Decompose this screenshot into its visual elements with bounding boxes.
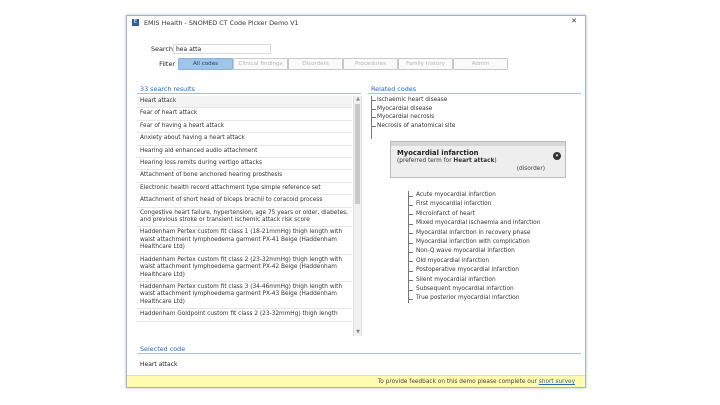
result-item[interactable]: Attachment of short head of biceps brach… (137, 195, 352, 208)
selected-code-value: Heart attack (140, 361, 178, 368)
related-codes-header: Related codes (368, 84, 581, 94)
result-item[interactable]: Fear of heart attack (137, 108, 352, 121)
preferred-term-value: Heart attack (453, 158, 495, 164)
search-results-list: Heart attack Fear of heart attack Fear o… (137, 96, 362, 336)
child-code-item[interactable]: Postoperative myocardial infarction (408, 266, 540, 275)
child-code-item[interactable]: Subsequent myocardial infarction (408, 285, 540, 294)
child-code-item[interactable]: Myocardial infarction in recovery phase (408, 229, 540, 238)
result-item[interactable]: Haddenham Goldpoint custom fit class 2 (… (137, 309, 352, 322)
focus-preferred-term: (preferred term for Heart attack) (397, 158, 497, 164)
child-code-item[interactable]: First myocardial infarction (408, 200, 540, 209)
search-label: Search (151, 45, 173, 53)
result-item[interactable]: Haddenham Pertex custom fit class 1 (18-… (137, 227, 352, 255)
filter-family-history-button[interactable]: Family history (398, 58, 453, 70)
preferred-term-suffix: ) (494, 158, 497, 164)
selected-code-header: Selected code (137, 344, 581, 354)
search-input[interactable] (173, 44, 271, 54)
result-item[interactable]: Electronic health record attachment type… (137, 183, 352, 196)
scroll-thumb[interactable] (355, 104, 360, 204)
short-survey-link[interactable]: short survey (539, 379, 575, 385)
title-bar: E EMIS Health - SNOMED CT Code Picker De… (127, 16, 585, 29)
feedback-text: To provide feedback on this demo please … (377, 379, 539, 385)
scroll-down-icon[interactable]: ▼ (354, 329, 361, 336)
focus-concept-card: Myocardial infarction (preferred term fo… (390, 141, 566, 178)
filter-row: Filter All codes Clinical findings Disor… (147, 58, 508, 70)
result-item[interactable]: Anxiety about having a heart attack (137, 133, 352, 146)
result-item[interactable]: Hearing loss remits during vertigo attac… (137, 158, 352, 171)
child-code-item[interactable]: Old myocardial infarction (408, 257, 540, 266)
child-code-item[interactable]: Microinfarct of heart (408, 210, 540, 219)
search-row: Search (151, 44, 271, 54)
child-code-item[interactable]: Silent myocardial infarction (408, 276, 540, 285)
child-code-item[interactable]: True posterior myocardial infarction (408, 294, 540, 303)
child-codes-list: Acute myocardial infarction First myocar… (408, 191, 540, 304)
feedback-bar: To provide feedback on this demo please … (127, 375, 585, 387)
filter-disorders-button[interactable]: Disorders (288, 58, 343, 70)
window-title: EMIS Health - SNOMED CT Code Picker Demo… (144, 18, 299, 27)
scroll-up-icon[interactable]: ▲ (354, 96, 361, 103)
parent-code-item[interactable]: Myocardial necrosis (368, 113, 582, 122)
results-header: 33 search results (137, 84, 361, 94)
filter-procedures-button[interactable]: Procedures (343, 58, 398, 70)
focus-card-strip (391, 142, 565, 146)
related-codes-panel: Ischaemic heart disease Myocardial disea… (368, 96, 582, 336)
result-item[interactable]: Fear of having a heart attack (137, 121, 352, 134)
child-code-item[interactable]: Acute myocardial infarction (408, 191, 540, 200)
filter-admin-button[interactable]: Admin (453, 58, 508, 70)
filter-all-codes-button[interactable]: All codes (178, 58, 233, 70)
close-button[interactable]: ✕ (567, 17, 581, 26)
child-code-item[interactable]: Non-Q wave myocardial infarction (408, 247, 540, 256)
focus-concept-title: Myocardial infarction (397, 149, 479, 157)
semantic-tag: (disorder) (516, 166, 545, 172)
result-item[interactable]: Hearing aid enhanced audio attachment (137, 146, 352, 159)
result-item[interactable]: Haddenham Pertex custom fit class 2 (23-… (137, 255, 352, 282)
preferred-term-prefix: (preferred term for (397, 158, 454, 164)
child-code-item[interactable]: Myocardial infarction with complication (408, 238, 540, 247)
result-item[interactable]: Heart attack (137, 96, 352, 109)
result-item[interactable]: Congestive heart failure, hypertension, … (137, 208, 352, 228)
parent-code-item[interactable]: Necrosis of anatomical site (368, 122, 582, 131)
results-scrollbar[interactable]: ▲ ▼ (353, 96, 361, 336)
chevron-down-icon[interactable]: ▾ (553, 152, 561, 160)
result-item[interactable]: Haddenham Pertex custom fit class 3 (34-… (137, 282, 352, 310)
parent-code-item[interactable]: Ischaemic heart disease (368, 96, 582, 105)
child-code-item[interactable]: Mixed myocardial ischaemia and infarctio… (408, 219, 540, 228)
parent-code-item[interactable]: Myocardial disease (368, 105, 582, 114)
app-window: E EMIS Health - SNOMED CT Code Picker De… (126, 15, 586, 388)
app-logo-icon: E (132, 19, 139, 26)
filter-label: Filter (159, 60, 175, 68)
filter-clinical-findings-button[interactable]: Clinical findings (233, 58, 288, 70)
result-item[interactable]: Attachment of bone anchored hearing pros… (137, 170, 352, 183)
